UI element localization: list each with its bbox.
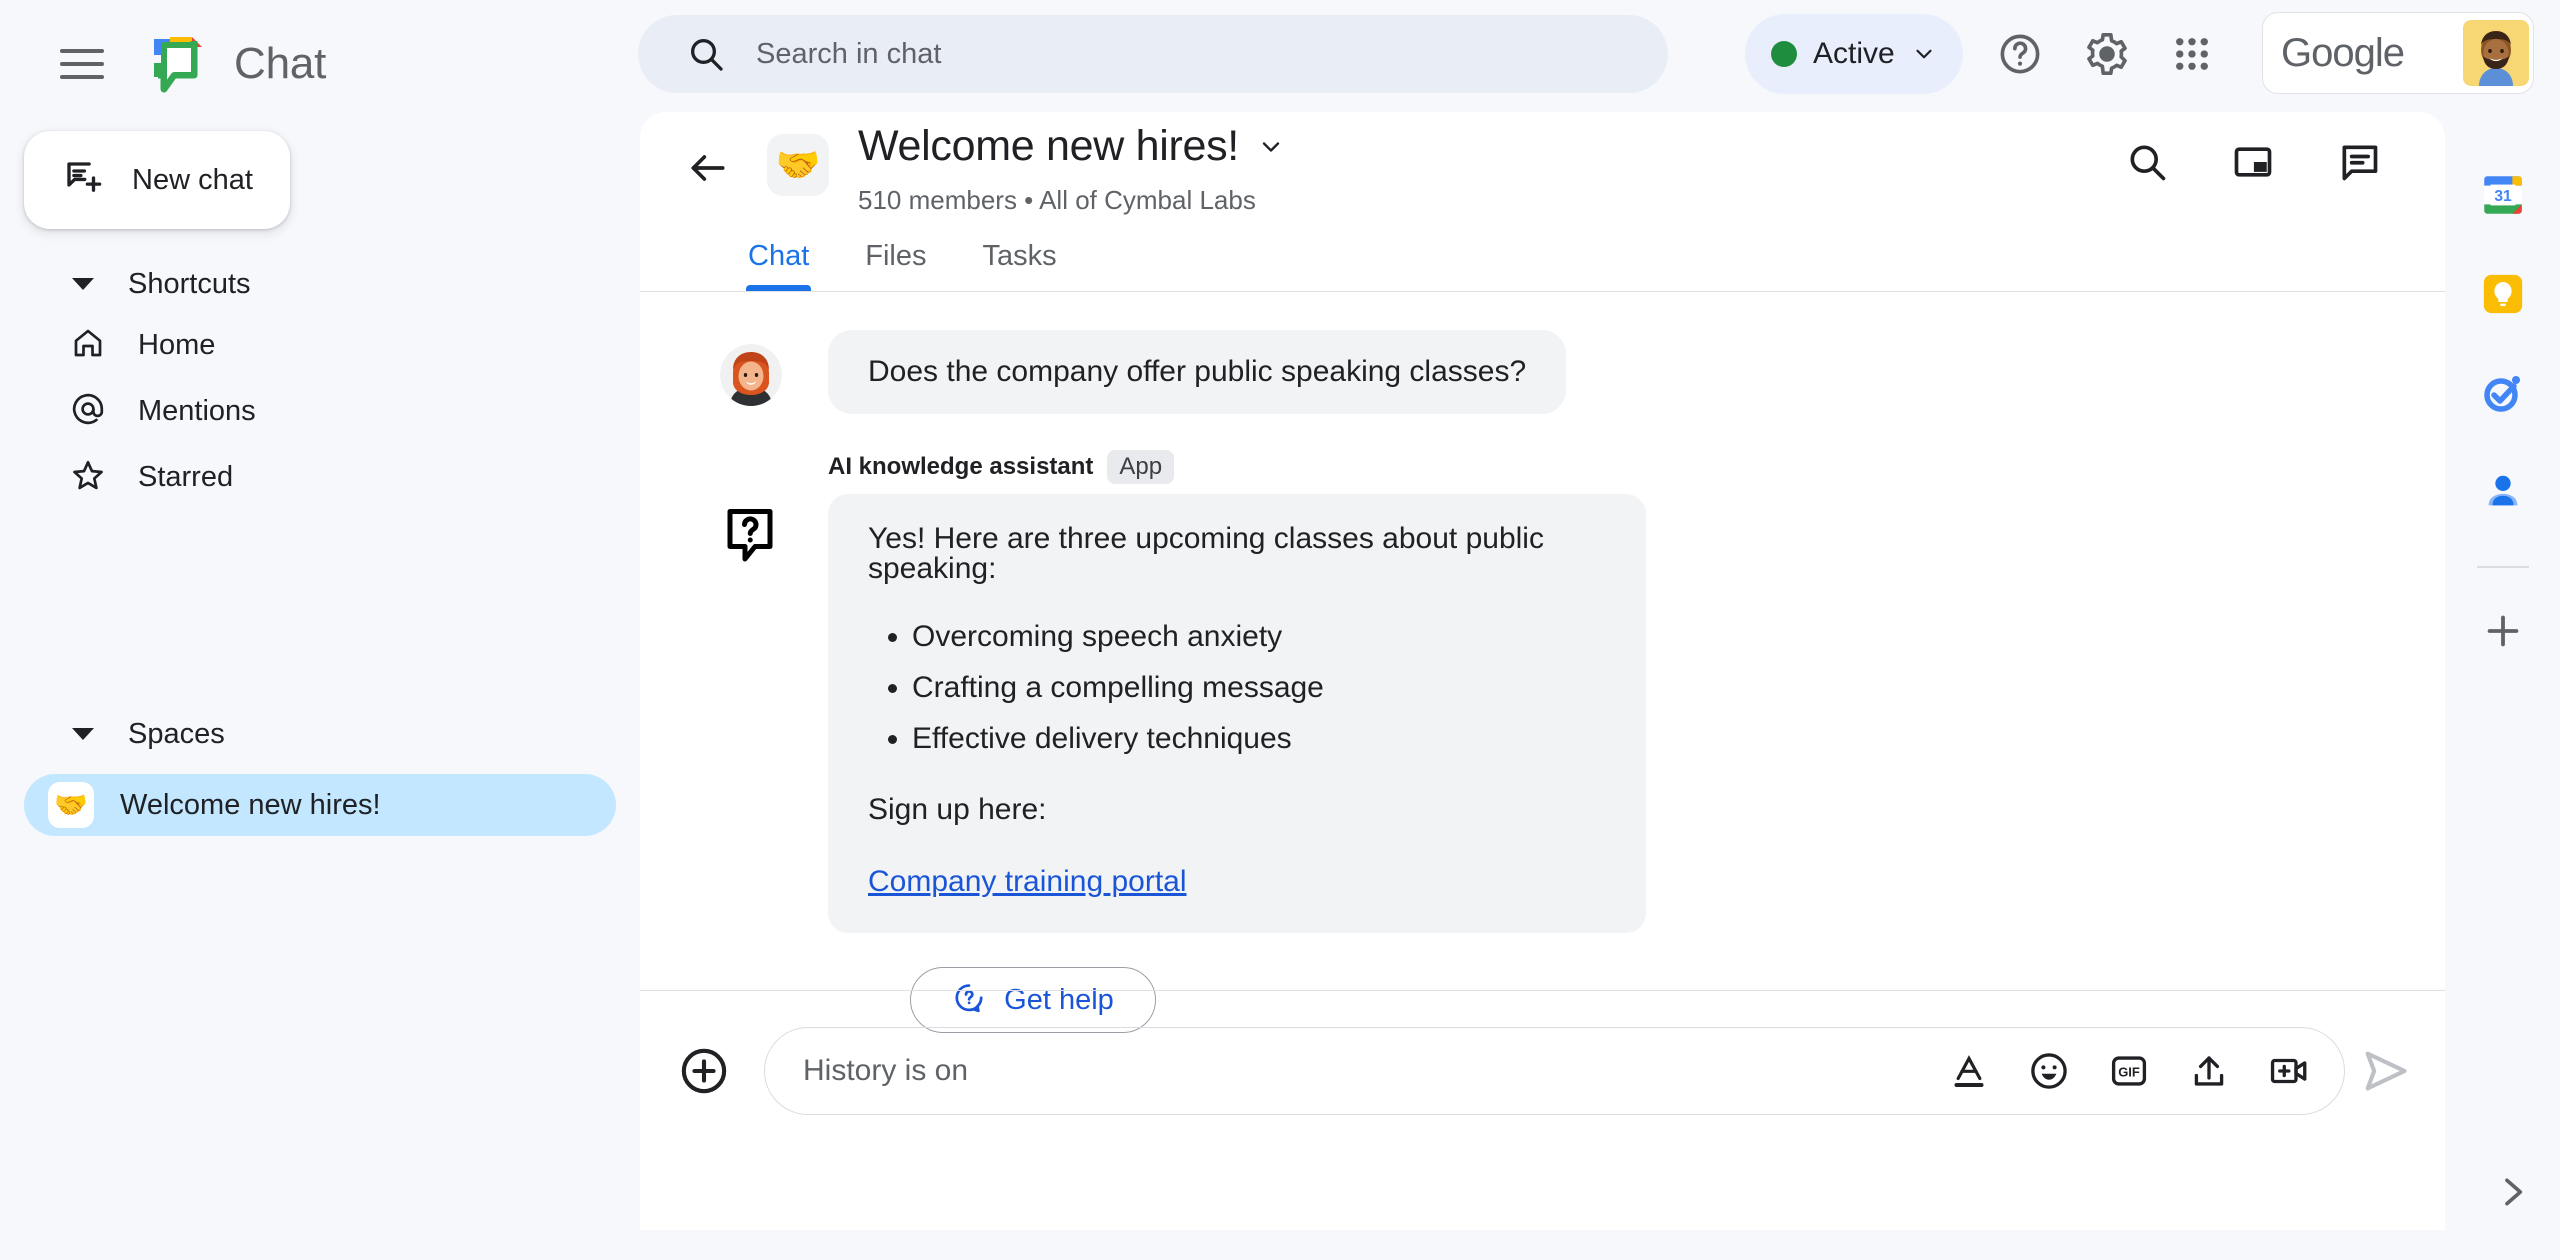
app-title: Chat — [234, 39, 327, 88]
tab-bar: Chat Files Tasks — [640, 220, 2445, 292]
apps-grid-icon[interactable] — [2162, 24, 2222, 84]
sidebar-item-label: Starred — [138, 460, 234, 493]
handshake-emoji-icon: 🤝 — [48, 782, 94, 828]
sidebar-item-starred[interactable]: Starred — [0, 444, 640, 510]
conversation-panel: 🤝 Welcome new hires! 510 members • All o… — [640, 112, 2445, 1230]
help-circle-icon[interactable] — [1990, 24, 2050, 84]
top-bar: Chat Active — [0, 0, 2560, 128]
user-avatar — [720, 344, 782, 406]
account-card[interactable]: Google — [2262, 12, 2534, 94]
sidebar-item-label: Mentions — [138, 394, 256, 427]
hamburger-icon[interactable] — [42, 24, 122, 104]
message-input[interactable] — [803, 1053, 1948, 1088]
message-bot: AI knowledge assistant App Yes! Here are… — [640, 414, 2445, 1033]
sidebar-item-home[interactable]: Home — [0, 312, 640, 378]
tab-tasks[interactable]: Tasks — [955, 220, 1085, 292]
sidebar-space-welcome-new-hires[interactable]: 🤝 Welcome new hires! — [24, 774, 616, 836]
space-subtitle: 510 members • All of Cymbal Labs — [858, 185, 1256, 215]
list-item: Effective delivery techniques — [912, 722, 1606, 755]
list-item: Overcoming speech anxiety — [912, 620, 1606, 653]
tab-label: Tasks — [982, 239, 1057, 272]
message-bubble: Does the company offer public speaking c… — [828, 330, 1567, 414]
tab-files[interactable]: Files — [837, 220, 954, 292]
space-header-actions — [2121, 136, 2385, 188]
space-header: 🤝 Welcome new hires! 510 members • All o… — [640, 112, 2445, 220]
app-badge: App — [1107, 450, 1175, 484]
calendar-icon[interactable]: 31 — [2478, 170, 2528, 220]
caret-down-icon — [72, 278, 94, 290]
list-item: Crafting a compelling message — [912, 671, 1606, 704]
search-input[interactable] — [756, 37, 1642, 71]
status-dot-icon — [1771, 41, 1797, 67]
sidebar-item-mentions[interactable]: Mentions — [0, 378, 640, 444]
home-icon — [70, 325, 106, 366]
google-wordmark: Google — [2281, 30, 2405, 75]
plus-icon[interactable] — [2480, 608, 2526, 654]
bot-list: Overcoming speech anxiety Crafting a com… — [912, 620, 1606, 755]
message-bubble: Yes! Here are three upcoming classes abo… — [828, 494, 1646, 933]
message-composer[interactable]: GIF — [764, 1026, 2345, 1115]
search-icon[interactable] — [2121, 136, 2173, 188]
new-chat-button[interactable]: New chat — [24, 131, 290, 229]
message-user: Does the company offer public speaking c… — [640, 292, 2445, 414]
space-label: Welcome new hires! — [120, 788, 381, 821]
question-bubble-icon — [720, 504, 780, 564]
chevron-down-icon — [1911, 41, 1937, 67]
send-icon[interactable] — [2359, 1045, 2411, 1097]
at-icon — [70, 391, 106, 432]
upload-icon[interactable] — [2188, 1050, 2230, 1092]
add-circle-icon[interactable] — [678, 1045, 730, 1097]
back-arrow-icon[interactable] — [684, 144, 732, 192]
calendar-day-label: 31 — [2494, 188, 2512, 205]
brand: Chat — [150, 33, 326, 95]
bot-name: AI knowledge assistant — [828, 453, 1094, 480]
star-icon — [70, 457, 106, 498]
rail-divider — [2476, 566, 2529, 568]
search-icon — [686, 34, 726, 74]
add-video-icon[interactable] — [2268, 1050, 2310, 1092]
picture-in-picture-icon[interactable] — [2227, 136, 2279, 188]
space-title-row[interactable]: Welcome new hires! — [858, 122, 1285, 171]
composer-area: GIF — [640, 990, 2445, 1150]
bot-intro: Yes! Here are three upcoming classes abo… — [868, 522, 1544, 585]
bot-row: Yes! Here are three upcoming classes abo… — [720, 494, 2445, 933]
status-dropdown[interactable]: Active — [1745, 14, 1963, 94]
space-avatar-icon: 🤝 — [767, 134, 829, 196]
svg-text:GIF: GIF — [2118, 1064, 2140, 1079]
chat-logo-icon — [150, 33, 212, 95]
threads-icon[interactable] — [2333, 136, 2385, 188]
tab-label: Chat — [748, 239, 810, 272]
composer-tools: GIF — [1948, 1050, 2310, 1092]
gear-icon[interactable] — [2077, 24, 2137, 84]
caret-down-icon — [72, 728, 94, 740]
chevron-down-icon[interactable] — [1257, 133, 1285, 161]
contacts-icon[interactable] — [2478, 467, 2528, 517]
company-training-portal-link[interactable]: Company training portal — [868, 867, 1187, 897]
side-rail: 31 — [2445, 128, 2560, 1260]
format-text-icon[interactable] — [1948, 1050, 1990, 1092]
sidebar-item-label: Home — [138, 328, 216, 361]
tab-chat[interactable]: Chat — [720, 220, 837, 292]
message-list: Does the company offer public speaking c… — [640, 292, 2445, 1033]
tasks-icon[interactable] — [2478, 368, 2528, 418]
search-bar[interactable] — [638, 15, 1668, 93]
bot-name-row: AI knowledge assistant App — [828, 450, 2445, 484]
chat-app-window: Chat Active — [0, 0, 2560, 1260]
sidebar: New chat Shortcuts Home Mentions Starred… — [0, 128, 640, 1260]
status-label: Active — [1813, 37, 1895, 70]
keep-icon[interactable] — [2478, 269, 2528, 319]
signup-text: Sign up here: — [868, 793, 1047, 826]
gif-icon[interactable]: GIF — [2108, 1050, 2150, 1092]
shortcuts-title: Shortcuts — [128, 267, 251, 300]
shortcuts-section-header[interactable]: Shortcuts — [0, 256, 640, 312]
new-chat-icon — [62, 157, 104, 204]
new-chat-label: New chat — [132, 163, 253, 196]
page-title: Welcome new hires! — [858, 122, 1239, 170]
chevron-right-icon[interactable] — [2492, 1172, 2532, 1212]
spaces-title: Spaces — [128, 717, 225, 750]
tab-label: Files — [865, 239, 927, 272]
avatar[interactable] — [2463, 20, 2529, 86]
spaces-section-header[interactable]: Spaces — [0, 706, 640, 762]
emoji-icon[interactable] — [2028, 1050, 2070, 1092]
